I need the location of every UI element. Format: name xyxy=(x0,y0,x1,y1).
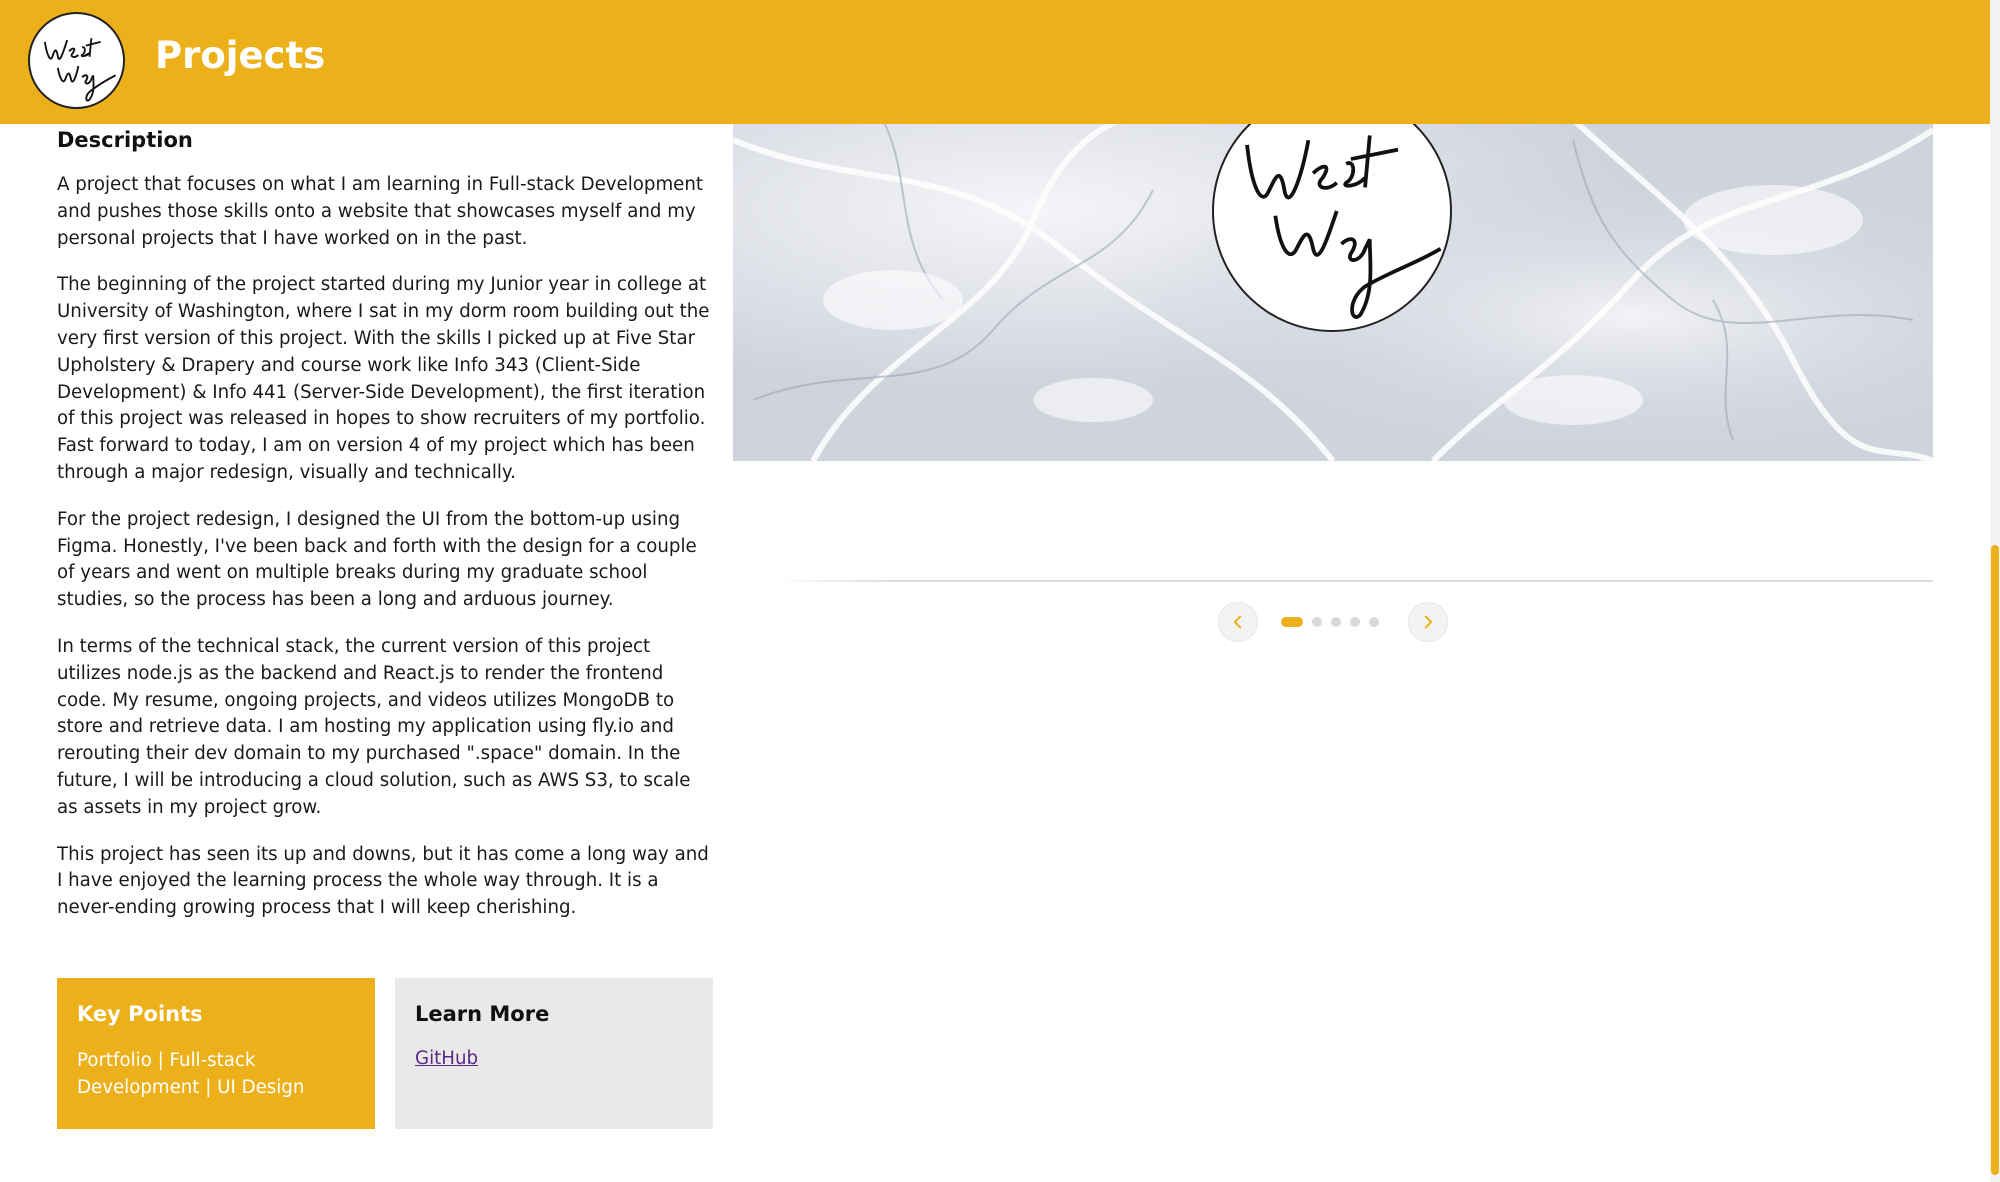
west-way-logo-icon xyxy=(43,38,116,102)
key-points-title: Key Points xyxy=(77,1002,203,1026)
learn-more-title: Learn More xyxy=(415,1002,550,1026)
chevron-right-icon xyxy=(1424,615,1433,629)
description-paragraph-3: For the project redesign, I designed the… xyxy=(57,508,697,611)
carousel-next-button[interactable] xyxy=(1408,602,1448,642)
chevron-left-icon xyxy=(1233,615,1242,629)
description-paragraph-2: The beginning of the project started dur… xyxy=(57,274,710,483)
key-points-text: Portfolio | Full-stack Development | UI … xyxy=(77,1050,305,1098)
carousel-dot-3[interactable] xyxy=(1331,617,1341,627)
page-title: Projects xyxy=(155,34,326,77)
carousel-dot-2[interactable] xyxy=(1312,617,1322,627)
west-way-logo-icon xyxy=(1245,135,1442,319)
header-bar: Projects xyxy=(0,0,1990,124)
description-paragraph-4: In terms of the technical stack, the cur… xyxy=(57,635,691,818)
description-heading: Description xyxy=(57,128,193,152)
github-link[interactable]: GitHub xyxy=(415,1048,478,1069)
project-image-carousel[interactable] xyxy=(733,100,1933,461)
key-points-box: Key Points Portfolio | Full-stack Develo… xyxy=(57,978,375,1129)
carousel-dot-5[interactable] xyxy=(1369,617,1379,627)
page-scrollbar-thumb[interactable] xyxy=(1991,545,1999,1175)
carousel-indicators xyxy=(1281,617,1379,627)
description-paragraph-1: A project that focuses on what I am lear… xyxy=(57,174,704,249)
carousel-dot-4[interactable] xyxy=(1350,617,1360,627)
description-section: Description A project that focuses on wh… xyxy=(57,128,715,942)
carousel-divider xyxy=(775,580,1933,582)
learn-more-box: Learn More GitHub xyxy=(395,978,713,1129)
slide-logo xyxy=(1212,100,1452,332)
carousel-dot-1[interactable] xyxy=(1281,617,1303,627)
description-paragraph-5: This project has seen its up and downs, … xyxy=(57,843,709,919)
west-way-logo[interactable] xyxy=(28,12,125,109)
carousel-prev-button[interactable] xyxy=(1218,602,1258,642)
